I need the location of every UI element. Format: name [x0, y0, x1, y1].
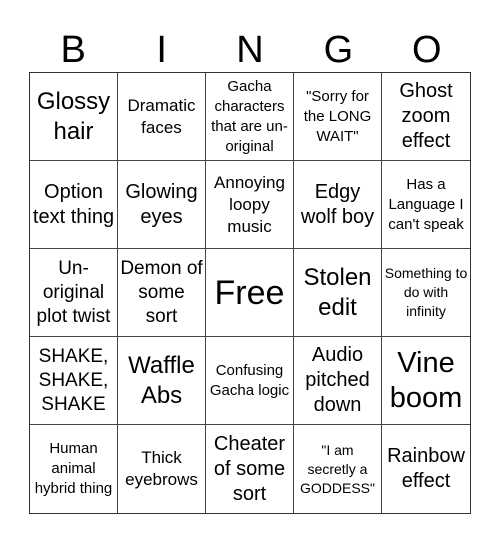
cell-text: Confusing Gacha logic	[209, 361, 290, 399]
cell-text: Free	[214, 273, 285, 312]
cell-text: Edgy wolf boy	[300, 180, 375, 228]
bingo-cell[interactable]: Cheater of some sort	[206, 425, 294, 513]
cell-text: Demon of some sort	[120, 257, 203, 327]
cell-text: Dramatic faces	[127, 95, 196, 137]
header-letter-i: I	[156, 29, 167, 71]
cell-text: SHAKE, SHAKE, SHAKE	[38, 345, 109, 415]
bingo-cell[interactable]: Rainbow effect	[382, 425, 470, 513]
free-space[interactable]: Free	[206, 249, 294, 337]
cell-text: "I am secretly a GODDESS"	[300, 441, 375, 496]
cell-text: Rainbow effect	[387, 445, 465, 492]
bingo-cell[interactable]: Demon of some sort	[118, 249, 206, 337]
bingo-header: B I N G O	[29, 28, 471, 72]
bingo-cell[interactable]: Has a Language I can't speak	[382, 161, 470, 249]
cell-text: Stolen edit	[303, 263, 372, 321]
cell-text: Gacha characters that are un-original	[211, 77, 288, 155]
header-letter-n: N	[236, 29, 264, 71]
bingo-cell[interactable]: "I am secretly a GODDESS"	[294, 425, 382, 513]
cell-text: Option text thing	[32, 180, 115, 228]
bingo-cell[interactable]: Human animal hybrid thing	[30, 425, 118, 513]
bingo-cell[interactable]: "Sorry for the LONG WAIT"	[294, 73, 382, 161]
cell-text: Something to do with infinity	[384, 265, 468, 319]
header-letter-g: G	[323, 29, 354, 71]
cell-text: Cheater of some sort	[213, 432, 286, 505]
bingo-cell[interactable]: Dramatic faces	[118, 73, 206, 161]
cell-text: Annoying loopy music	[214, 172, 285, 236]
cell-text: Glossy hair	[36, 87, 111, 145]
bingo-cell[interactable]: Confusing Gacha logic	[206, 337, 294, 425]
bingo-cell[interactable]: Gacha characters that are un-original	[206, 73, 294, 161]
bingo-cell[interactable]: Annoying loopy music	[206, 161, 294, 249]
bingo-cell[interactable]: Glossy hair	[30, 73, 118, 161]
bingo-card: Glossy hair Dramatic faces Gacha charact…	[29, 72, 471, 514]
cell-text: Thick eyebrows	[125, 448, 198, 489]
header-letter-b: B	[60, 29, 86, 71]
bingo-cell[interactable]: Option text thing	[30, 161, 118, 249]
bingo-cell[interactable]: Something to do with infinity	[382, 249, 470, 337]
cell-text: Vine boom	[389, 346, 463, 414]
bingo-cell[interactable]: Glowing eyes	[118, 161, 206, 249]
cell-text: Ghost zoom effect	[399, 80, 453, 152]
cell-text: Audio pitched down	[305, 344, 370, 416]
bingo-cell[interactable]: Ghost zoom effect	[382, 73, 470, 161]
cell-text: Waffle Abs	[128, 351, 195, 409]
cell-text: Glowing eyes	[125, 180, 198, 228]
bingo-cell[interactable]: Audio pitched down	[294, 337, 382, 425]
cell-text: Un-original plot twist	[36, 257, 111, 327]
bingo-cell[interactable]: Edgy wolf boy	[294, 161, 382, 249]
bingo-cell[interactable]: Vine boom	[382, 337, 470, 425]
bingo-cell[interactable]: Thick eyebrows	[118, 425, 206, 513]
bingo-cell[interactable]: Stolen edit	[294, 249, 382, 337]
bingo-cell[interactable]: SHAKE, SHAKE, SHAKE	[30, 337, 118, 425]
cell-text: Has a Language I can't speak	[388, 175, 464, 233]
header-letter-o: O	[412, 29, 442, 71]
cell-text: Human animal hybrid thing	[34, 440, 113, 497]
cell-text: "Sorry for the LONG WAIT"	[303, 87, 372, 145]
bingo-cell[interactable]: Un-original plot twist	[30, 249, 118, 337]
bingo-cell[interactable]: Waffle Abs	[118, 337, 206, 425]
